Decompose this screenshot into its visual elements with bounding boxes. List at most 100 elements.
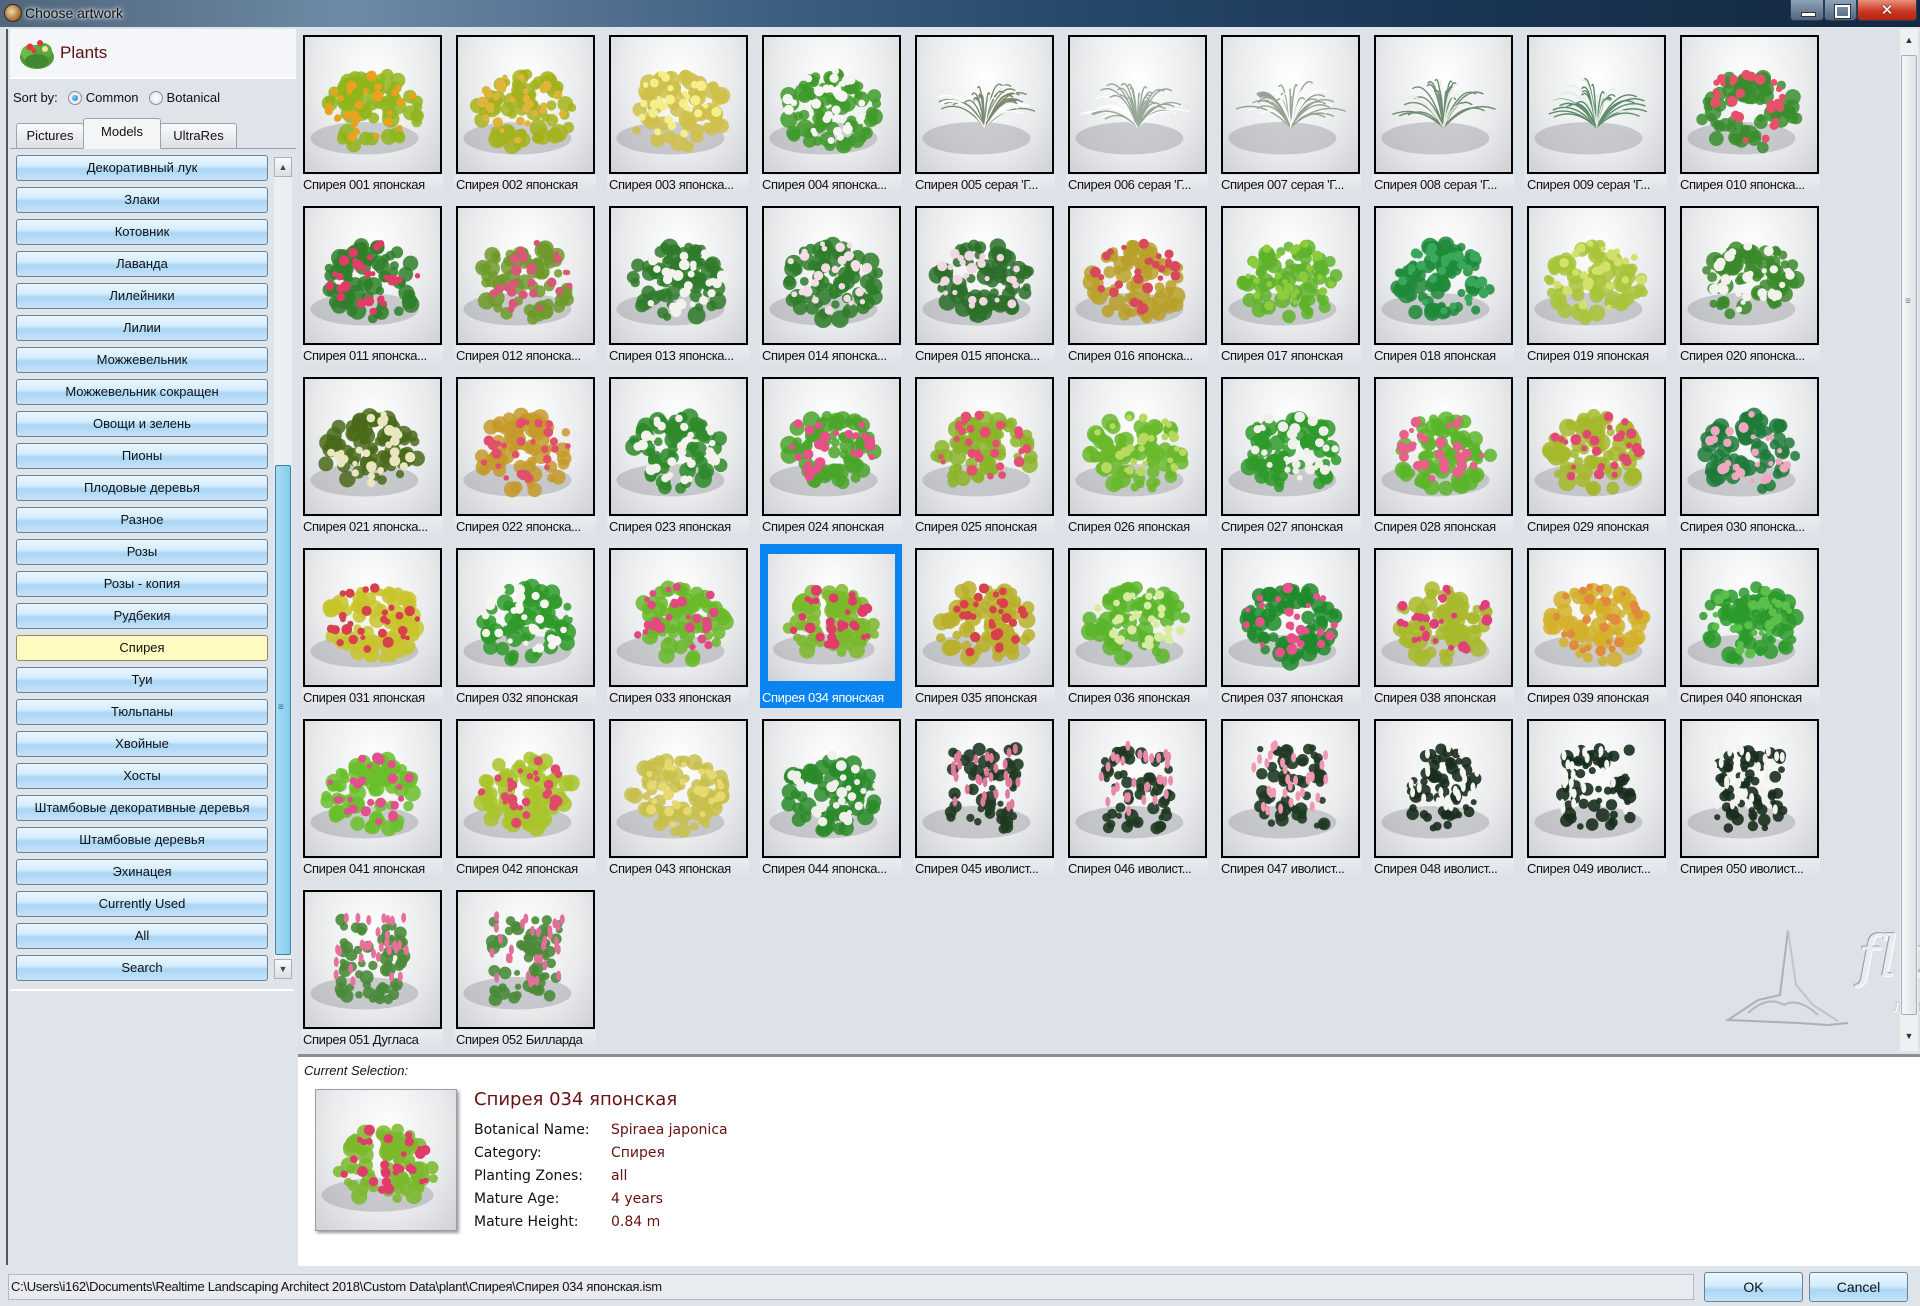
category-item[interactable]: Search: [16, 955, 268, 981]
category-item[interactable]: Лилейники: [16, 283, 268, 309]
category-item[interactable]: Туи: [16, 667, 268, 693]
artwork-tile[interactable]: Спирея 043 японская: [607, 715, 749, 879]
sort-common-radio[interactable]: [67, 90, 82, 105]
category-item[interactable]: All: [16, 923, 268, 949]
category-item[interactable]: Currently Used: [16, 891, 268, 917]
artwork-tile[interactable]: Спирея 005 серая 'Г...: [913, 31, 1055, 195]
artwork-tile[interactable]: Спирея 024 японская: [760, 373, 902, 537]
category-item[interactable]: Лаванда: [16, 251, 268, 277]
category-item[interactable]: Разное: [16, 507, 268, 533]
artwork-tile[interactable]: Спирея 008 серая 'Г...: [1372, 31, 1514, 195]
artwork-tile[interactable]: Спирея 044 японска...: [760, 715, 902, 879]
artwork-tile[interactable]: Спирея 042 японская: [454, 715, 596, 879]
artwork-tile[interactable]: Спирея 019 японская: [1525, 202, 1667, 366]
artwork-tile[interactable]: Спирея 003 японска...: [607, 31, 749, 195]
artwork-tile[interactable]: Спирея 013 японска...: [607, 202, 749, 366]
category-item[interactable]: Хосты: [16, 763, 268, 789]
artwork-tile[interactable]: Спирея 030 японска...: [1678, 373, 1820, 537]
artwork-tile[interactable]: Спирея 036 японская: [1066, 544, 1208, 708]
artwork-tile[interactable]: Спирея 026 японская: [1066, 373, 1208, 537]
category-scrollbar[interactable]: ▲ ≡ ▼: [274, 157, 292, 979]
artwork-tile[interactable]: Спирея 041 японская: [301, 715, 443, 879]
artwork-tile[interactable]: Спирея 009 серая 'Г...: [1525, 31, 1667, 195]
artwork-tile[interactable]: Спирея 038 японская: [1372, 544, 1514, 708]
artwork-tile[interactable]: Спирея 004 японска...: [760, 31, 902, 195]
category-item[interactable]: Декоративный лук: [16, 155, 268, 181]
category-item[interactable]: Эхинацея: [16, 859, 268, 885]
artwork-tile[interactable]: Спирея 029 японская: [1525, 373, 1667, 537]
artwork-tile[interactable]: Спирея 025 японская: [913, 373, 1055, 537]
artwork-tile[interactable]: Спирея 001 японская: [301, 31, 443, 195]
tab-ultrares[interactable]: UltraRes: [160, 123, 237, 149]
tab-models[interactable]: Models: [83, 118, 161, 149]
artwork-tile[interactable]: Спирея 035 японская: [913, 544, 1055, 708]
artwork-tile[interactable]: Спирея 016 японска...: [1066, 202, 1208, 366]
category-item[interactable]: Плодовые деревья: [16, 475, 268, 501]
artwork-tile[interactable]: Спирея 015 японска...: [913, 202, 1055, 366]
category-item[interactable]: Штамбовые деревья: [16, 827, 268, 853]
artwork-tile[interactable]: Спирея 023 японская: [607, 373, 749, 537]
artwork-tile[interactable]: Спирея 012 японска...: [454, 202, 596, 366]
scroll-up-button[interactable]: ▲: [274, 157, 292, 177]
artwork-tile[interactable]: Спирея 028 японская: [1372, 373, 1514, 537]
sort-botanical-radio[interactable]: [148, 90, 163, 105]
category-item[interactable]: Злаки: [16, 187, 268, 213]
category-item[interactable]: Лилии: [16, 315, 268, 341]
cancel-button[interactable]: Cancel: [1809, 1272, 1908, 1302]
artwork-tile[interactable]: Спирея 010 японска...: [1678, 31, 1820, 195]
artwork-tile[interactable]: Спирея 045 иволист...: [913, 715, 1055, 879]
artwork-tile[interactable]: Спирея 027 японская: [1219, 373, 1361, 537]
grid-scroll-down-button[interactable]: ▼: [1902, 1031, 1916, 1045]
ok-button[interactable]: OK: [1704, 1272, 1803, 1302]
category-item[interactable]: Котовник: [16, 219, 268, 245]
sort-botanical-label[interactable]: Botanical: [167, 90, 220, 105]
artwork-tile[interactable]: Спирея 049 иволист...: [1525, 715, 1667, 879]
title-bar[interactable]: Choose artwork ✕: [0, 0, 1920, 27]
category-item[interactable]: Штамбовые декоративные деревья: [16, 795, 268, 821]
category-item[interactable]: Розы: [16, 539, 268, 565]
category-item[interactable]: Тюльпаны: [16, 699, 268, 725]
minimize-button[interactable]: [1790, 0, 1824, 21]
artwork-tile[interactable]: Спирея 031 японская: [301, 544, 443, 708]
sort-common-label[interactable]: Common: [86, 90, 139, 105]
artwork-tile[interactable]: Спирея 032 японская: [454, 544, 596, 708]
file-path-field[interactable]: C:\Users\i162\Documents\Realtime Landsca…: [8, 1274, 1694, 1300]
artwork-tile[interactable]: Спирея 033 японская: [607, 544, 749, 708]
artwork-tile[interactable]: Спирея 048 иволист...: [1372, 715, 1514, 879]
category-item[interactable]: Можжевельник сокращен: [16, 379, 268, 405]
artwork-tile[interactable]: Спирея 021 японска...: [301, 373, 443, 537]
category-item[interactable]: Розы - копия: [16, 571, 268, 597]
artwork-tile[interactable]: Спирея 050 иволист...: [1678, 715, 1820, 879]
tab-pictures[interactable]: Pictures: [16, 123, 84, 149]
artwork-tile[interactable]: Спирея 011 японска...: [301, 202, 443, 366]
grid-scroll-up-button[interactable]: ▲: [1902, 35, 1916, 49]
scrollbar-thumb[interactable]: ≡: [275, 465, 291, 955]
artwork-tile[interactable]: Спирея 051 Дугласа: [301, 886, 443, 1050]
artwork-tile[interactable]: Спирея 020 японска...: [1678, 202, 1820, 366]
artwork-tile[interactable]: Спирея 002 японская: [454, 31, 596, 195]
artwork-tile[interactable]: Спирея 017 японская: [1219, 202, 1361, 366]
artwork-tile[interactable]: Спирея 018 японская: [1372, 202, 1514, 366]
grid-scrollbar[interactable]: ▲ ≡ ▼: [1900, 29, 1918, 1051]
category-item[interactable]: Можжевельник: [16, 347, 268, 373]
scroll-down-button[interactable]: ▼: [274, 959, 292, 979]
artwork-tile[interactable]: Спирея 046 иволист...: [1066, 715, 1208, 879]
maximize-button[interactable]: [1824, 0, 1857, 21]
category-item[interactable]: Овощи и зелень: [16, 411, 268, 437]
artwork-tile[interactable]: Спирея 034 японская: [760, 544, 902, 708]
artwork-tile[interactable]: Спирея 007 серая 'Г...: [1219, 31, 1361, 195]
artwork-tile[interactable]: Спирея 022 японска...: [454, 373, 596, 537]
category-item[interactable]: Хвойные: [16, 731, 268, 757]
artwork-tile[interactable]: Спирея 039 японская: [1525, 544, 1667, 708]
category-item[interactable]: Рудбекия: [16, 603, 268, 629]
artwork-tile[interactable]: Спирея 040 японская: [1678, 544, 1820, 708]
close-button[interactable]: ✕: [1857, 0, 1917, 21]
grid-scrollbar-thumb[interactable]: ≡: [1901, 55, 1917, 1015]
artwork-tile[interactable]: Спирея 047 иволист...: [1219, 715, 1361, 879]
category-item[interactable]: Спирея: [16, 635, 268, 661]
artwork-tile[interactable]: Спирея 006 серая 'Г...: [1066, 31, 1208, 195]
artwork-tile[interactable]: Спирея 052 Билларда: [454, 886, 596, 1050]
category-item[interactable]: Пионы: [16, 443, 268, 469]
artwork-tile[interactable]: Спирея 014 японска...: [760, 202, 902, 366]
artwork-tile[interactable]: Спирея 037 японская: [1219, 544, 1361, 708]
